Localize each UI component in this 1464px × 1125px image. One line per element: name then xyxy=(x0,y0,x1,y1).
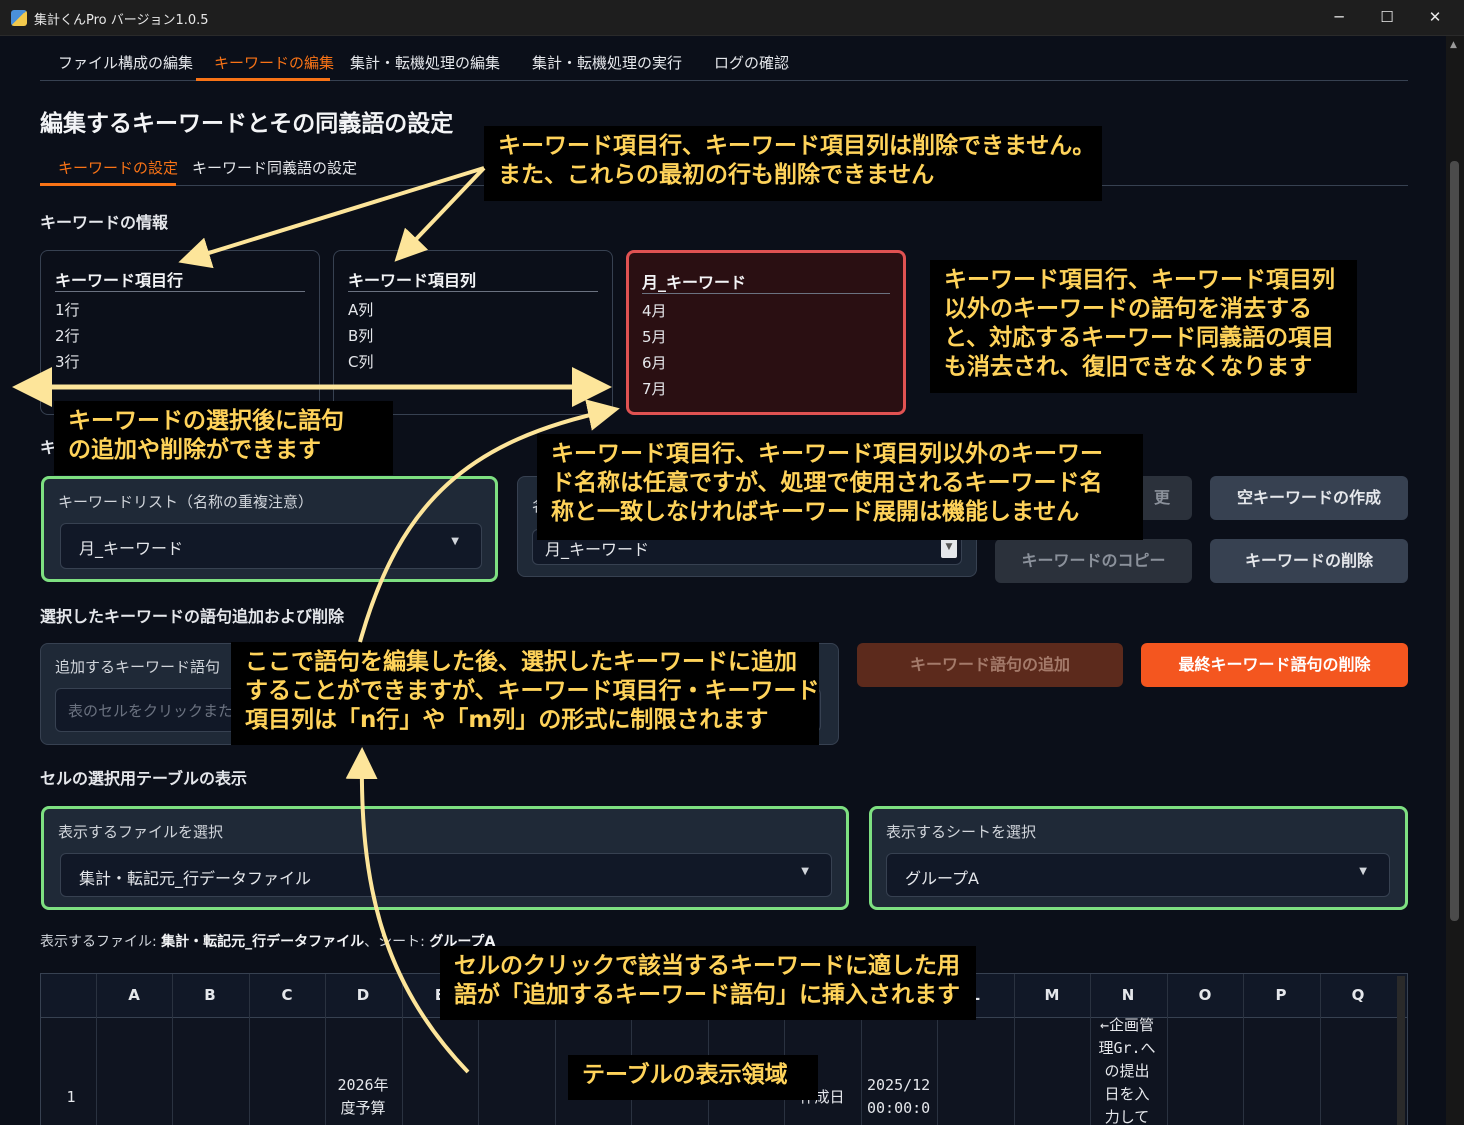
card-divider xyxy=(348,291,598,292)
list-item: A列 xyxy=(348,301,374,319)
maximize-button[interactable]: ☐ xyxy=(1362,0,1412,36)
page-title: 編集するキーワードとその同義語の設定 xyxy=(40,111,454,137)
column-header-n[interactable]: N xyxy=(1090,986,1166,1004)
caption-prefix: 表示するファイル: xyxy=(40,934,162,950)
annotation-term-format: ここで語句を編集した後、選択したキーワードに追加 することができますが、キーワー… xyxy=(231,642,820,745)
chevron-down-icon: ▼ xyxy=(451,536,459,547)
dropdown-value: 集計・転記元_行データファイル xyxy=(79,869,312,888)
file-select-dropdown[interactable]: 集計・転記元_行データファイル ▼ xyxy=(60,853,832,897)
sheet-select-panel: 表示するシートを選択 グループA ▼ xyxy=(869,806,1408,910)
tab-file-structure[interactable]: ファイル構成の編集 xyxy=(58,52,193,73)
card-title: 月_キーワード xyxy=(642,273,747,292)
card-divider xyxy=(642,293,890,294)
active-subtab-underline xyxy=(40,183,176,186)
keyword-card-rows[interactable]: キーワード項目行 1行 2行 3行 xyxy=(40,250,320,415)
list-item: 5月 xyxy=(642,328,667,346)
column-header-m[interactable]: M xyxy=(1014,986,1090,1004)
copy-keyword-button[interactable]: キーワードのコピー xyxy=(995,539,1192,583)
file-select-panel: 表示するファイルを選択 集計・転記元_行データファイル ▼ xyxy=(41,806,849,910)
list-item: 7月 xyxy=(642,380,667,398)
table-cell[interactable]: 2026年 度予算 xyxy=(325,1074,401,1120)
card-divider xyxy=(55,291,305,292)
annotation-table-area: テーブルの表示領域 xyxy=(568,1055,818,1100)
chevron-down-icon: ▼ xyxy=(1359,866,1367,877)
dropdown-value: 月_キーワード xyxy=(79,539,184,558)
keyword-list-dropdown[interactable]: 月_キーワード ▼ xyxy=(60,523,482,569)
sheet-select-dropdown[interactable]: グループA ▼ xyxy=(886,853,1390,897)
table-cell[interactable]: ←企画管 理Gr.へ の提出 日を入 力して xyxy=(1089,1014,1165,1125)
table-scrollbar[interactable] xyxy=(1397,976,1405,1125)
column-header-a[interactable]: A xyxy=(96,986,172,1004)
subtab-synonym-settings[interactable]: キーワード同義語の設定 xyxy=(192,157,357,178)
card-title: キーワード項目列 xyxy=(348,271,477,290)
column-header-c[interactable]: C xyxy=(249,986,325,1004)
list-item: C列 xyxy=(348,353,374,371)
column-header-o[interactable]: O xyxy=(1167,986,1243,1004)
keyword-list-panel: キーワードリスト（名称の重複注意） 月_キーワード ▼ xyxy=(41,476,498,582)
annotation-cannot-delete: キーワード項目行、キーワード項目列は削除できません。 また、これらの最初の行も削… xyxy=(484,126,1102,201)
annotation-cell-click: セルのクリックで該当するキーワードに適した用 語が「追加するキーワード語句」に挿… xyxy=(440,946,976,1020)
scroll-up-icon[interactable]: ▲ xyxy=(1450,40,1457,50)
delete-last-term-button[interactable]: 最終キーワード語句の削除 xyxy=(1141,643,1408,687)
file-select-label: 表示するファイルを選択 xyxy=(58,823,224,841)
subtab-keyword-settings[interactable]: キーワードの設定 xyxy=(58,157,178,178)
list-item: 6月 xyxy=(642,354,667,372)
button-label: 更 xyxy=(1153,488,1170,507)
table-cell[interactable]: 2025/12 00:00:0 xyxy=(861,1074,937,1120)
list-item: 2行 xyxy=(55,327,80,345)
create-empty-keyword-button[interactable]: 空キーワードの作成 xyxy=(1210,476,1408,520)
vertical-scrollbar[interactable]: ▲ xyxy=(1446,36,1464,1125)
scrollbar-thumb[interactable] xyxy=(1450,161,1459,921)
annotation-select-first: キーワードの選択後に語句 の追加や削除ができます xyxy=(54,401,393,475)
title-bar: 集計くんPro バージョン1.0.5 ─ ☐ ✕ xyxy=(0,0,1464,36)
app-icon xyxy=(11,10,27,26)
tab-edit-processing[interactable]: 集計・転機処理の編集 xyxy=(350,52,500,73)
term-section-heading: 選択したキーワードの語句追加および削除 xyxy=(40,607,345,626)
annotation-keyword-name: キーワード項目行、キーワード項目列以外のキーワー ド名称は任意ですが、処理で使用… xyxy=(537,434,1143,540)
list-item: B列 xyxy=(348,327,374,345)
add-term-button[interactable]: キーワード語句の追加 xyxy=(857,643,1123,687)
caption-file: 集計・転記元_行データファイル xyxy=(161,934,365,950)
window-title: 集計くんPro バージョン1.0.5 xyxy=(34,13,209,28)
tab-run-processing[interactable]: 集計・転機処理の実行 xyxy=(532,52,682,73)
card-title: キーワード項目行 xyxy=(55,271,184,290)
caption-mid: 、シート: xyxy=(364,934,430,950)
table-section-heading: セルの選択用テーブルの表示 xyxy=(40,769,248,788)
column-header-p[interactable]: P xyxy=(1243,986,1319,1004)
table-caption: 表示するファイル: 集計・転記元_行データファイル、シート: グループA xyxy=(40,931,495,951)
list-item: 3行 xyxy=(55,353,80,371)
chevron-down-icon: ▼ xyxy=(801,866,809,877)
column-header-b[interactable]: B xyxy=(172,986,248,1004)
active-tab-underline xyxy=(196,78,330,81)
keyword-info-heading: キーワードの情報 xyxy=(40,213,169,232)
list-item: 4月 xyxy=(642,302,667,320)
delete-keyword-button[interactable]: キーワードの削除 xyxy=(1210,539,1408,583)
tab-keywords[interactable]: キーワードの編集 xyxy=(214,52,334,73)
minimize-button[interactable]: ─ xyxy=(1314,0,1364,36)
tab-logs[interactable]: ログの確認 xyxy=(714,52,789,73)
dropdown-value: グループA xyxy=(905,869,979,888)
main-tabs: ファイル構成の編集 キーワードの編集 集計・転機処理の編集 集計・転機処理の実行… xyxy=(40,44,1408,81)
keyword-card-columns[interactable]: キーワード項目列 A列 B列 C列 xyxy=(333,250,613,415)
list-item: 1行 xyxy=(55,301,80,319)
sheet-select-label: 表示するシートを選択 xyxy=(886,823,1037,841)
column-header-q[interactable]: Q xyxy=(1320,986,1396,1004)
row-index: 1 xyxy=(66,1088,76,1106)
close-button[interactable]: ✕ xyxy=(1410,0,1460,36)
keyword-card-month[interactable]: 月_キーワード 4月 5月 6月 7月 xyxy=(626,250,906,415)
column-header-d[interactable]: D xyxy=(325,986,401,1004)
keyword-list-label: キーワードリスト（名称の重複注意） xyxy=(58,493,314,511)
annotation-synonym-loss: キーワード項目行、キーワード項目列 以外のキーワードの語句を消去する と、対応す… xyxy=(930,260,1357,393)
term-input-label: 追加するキーワード語句 xyxy=(55,658,221,676)
